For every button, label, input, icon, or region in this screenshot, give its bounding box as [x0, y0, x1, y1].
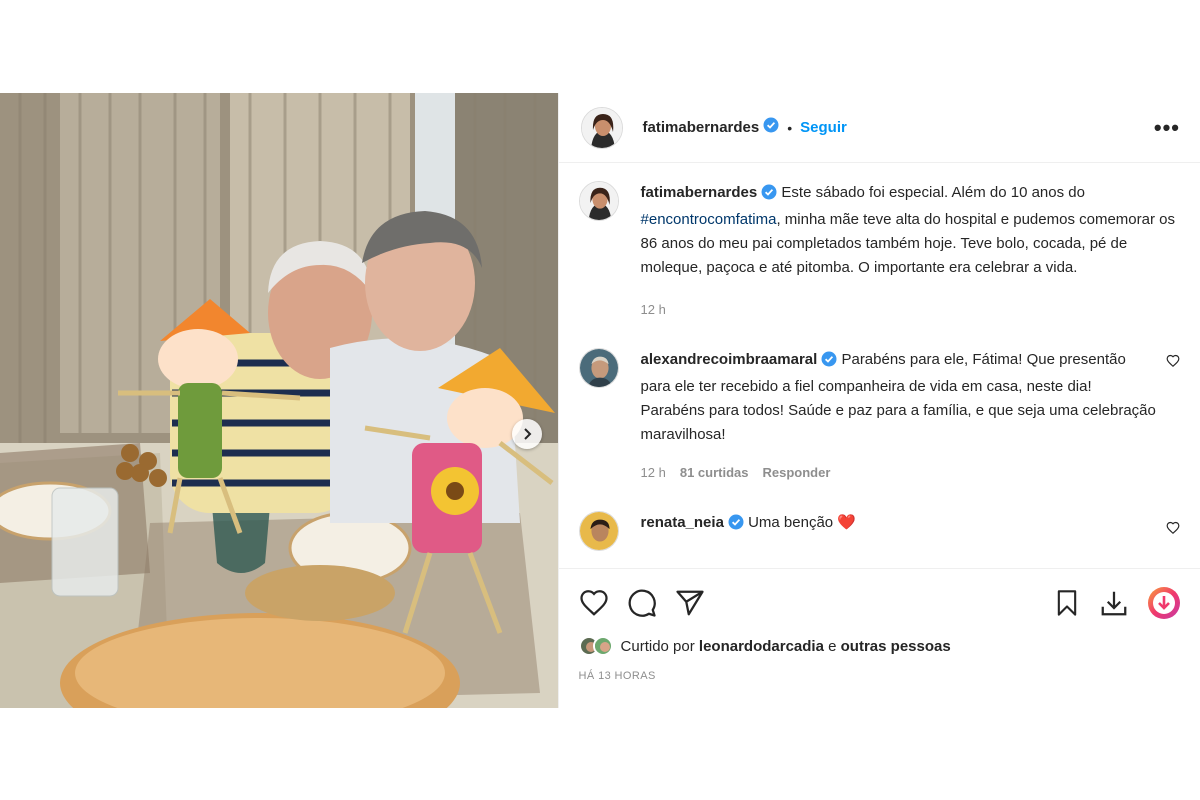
avatar-image	[581, 107, 622, 148]
liked-by-others[interactable]: outras pessoas	[841, 638, 951, 655]
commenter-avatar[interactable]	[578, 511, 619, 551]
author-username[interactable]: fatimabernardes	[643, 119, 760, 136]
caption-username[interactable]: fatimabernardes	[641, 184, 758, 201]
comment-likes[interactable]: 81 curtidas	[680, 461, 749, 485]
caption-text-before: Este sábado foi especial. Além do 10 ano…	[781, 184, 1085, 201]
author-avatar[interactable]	[578, 181, 619, 221]
comment-text: Uma benção	[748, 514, 834, 531]
comment-username[interactable]: renata_neia	[641, 514, 724, 531]
post-timestamp[interactable]: HÁ 13 HORAS	[579, 670, 1181, 682]
post-photo[interactable]	[0, 93, 558, 708]
caption-meta: 12 h	[641, 298, 1180, 322]
verified-icon	[821, 351, 837, 375]
post-actions: Curtido por leonardodarcadia e outras pe…	[558, 568, 1200, 682]
verified-icon	[761, 184, 777, 208]
chevron-right-icon	[524, 428, 532, 440]
separator-dot: •	[787, 119, 793, 136]
liker-avatars	[578, 636, 613, 656]
caption-time[interactable]: 12 h	[641, 298, 666, 322]
avatar-image	[579, 182, 618, 220]
comment-time[interactable]: 12 h	[641, 461, 666, 485]
commenter-avatar[interactable]	[578, 348, 619, 388]
save-extension-icon[interactable]	[1147, 586, 1181, 620]
author-avatar[interactable]	[580, 106, 623, 149]
share-icon[interactable]	[675, 588, 705, 618]
liked-by-user[interactable]: leonardodarcadia	[699, 638, 824, 655]
caption-body: fatimabernardes Este sábado foi especial…	[641, 181, 1180, 322]
caption: fatimabernardes Este sábado foi especial…	[578, 181, 1180, 322]
post-side-panel: fatimabernardes • Seguir ••• fatimaberna…	[557, 93, 1200, 708]
heart-emoji: ❤️	[837, 514, 857, 531]
comment-meta: 12 h 81 curtidas Responder	[641, 461, 1156, 485]
bookmark-icon[interactable]	[1053, 588, 1081, 618]
hashtag-link[interactable]: #encontrocomfatima	[641, 211, 777, 228]
verified-icon	[728, 514, 744, 538]
comment-item: alexandrecoimbraamaral Parabéns para ele…	[578, 348, 1180, 485]
more-options-icon[interactable]: •••	[1154, 115, 1180, 141]
photo-illustration	[0, 93, 558, 708]
comments-section[interactable]: fatimabernardes Este sábado foi especial…	[559, 163, 1200, 563]
heart-icon[interactable]	[1166, 354, 1180, 373]
comment-body: renata_neia Uma benção ❤️	[641, 511, 1156, 538]
comment-body: alexandrecoimbraamaral Parabéns para ele…	[641, 348, 1156, 485]
next-photo-button[interactable]	[512, 419, 542, 449]
liker-avatar[interactable]	[592, 636, 613, 656]
download-icon[interactable]	[1099, 588, 1129, 618]
follow-button[interactable]: Seguir	[800, 119, 847, 136]
instagram-post: fatimabernardes • Seguir ••• fatimaberna…	[0, 93, 1200, 708]
post-header: fatimabernardes • Seguir •••	[558, 93, 1200, 163]
heart-icon[interactable]	[579, 588, 609, 618]
heart-icon[interactable]	[1166, 521, 1180, 540]
comment-username[interactable]: alexandrecoimbraamaral	[641, 351, 818, 368]
action-icons-right	[1053, 586, 1181, 620]
avatar-image	[579, 349, 618, 387]
liked-by: Curtido por leonardodarcadia e outras pe…	[578, 636, 1181, 656]
reply-button[interactable]: Responder	[763, 461, 831, 485]
comment-item: renata_neia Uma benção ❤️	[578, 511, 1180, 551]
avatar-image	[579, 512, 618, 550]
comment-icon[interactable]	[627, 588, 657, 618]
verified-icon	[763, 117, 779, 138]
action-icons	[579, 569, 1181, 637]
liked-by-connector: e	[828, 637, 837, 655]
liked-by-prefix: Curtido por	[620, 637, 695, 655]
